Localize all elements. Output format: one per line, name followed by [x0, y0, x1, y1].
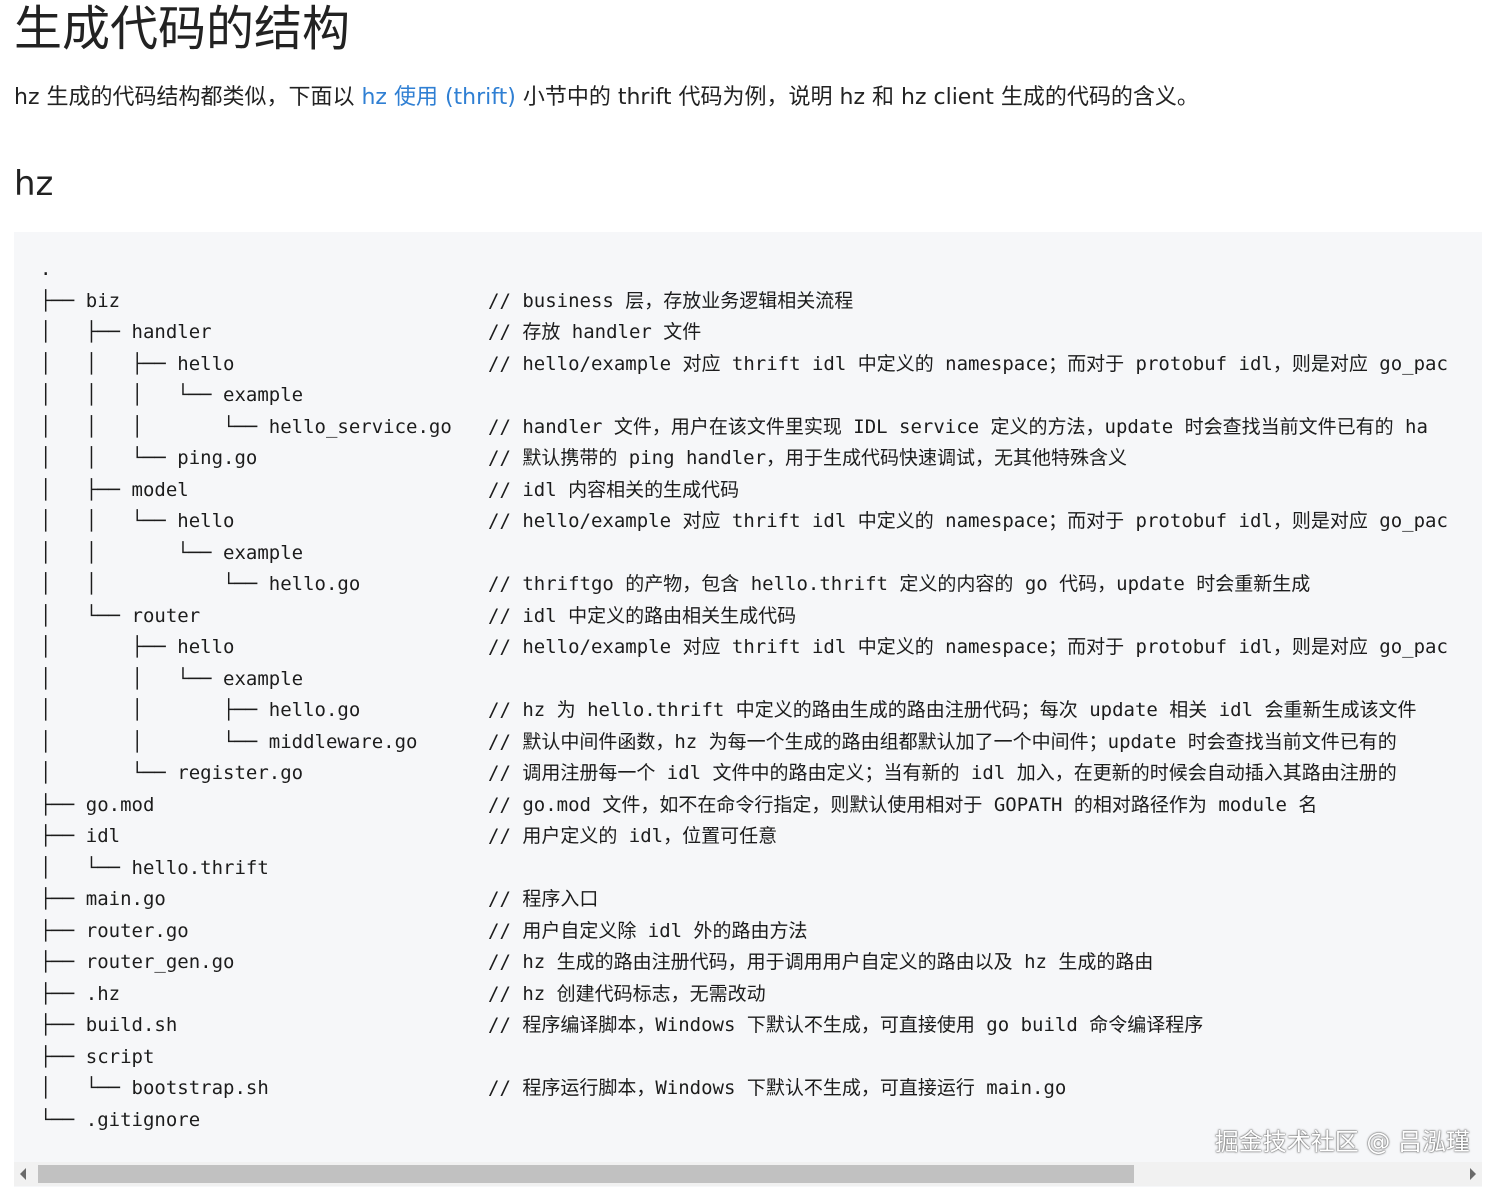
tree-entry-comment: // hz 生成的路由注册代码，用于调用用户自定义的路由以及 hz 生成的路由 [488, 951, 1154, 973]
tree-entry-comment: // 用户自定义除 idl 外的路由方法 [488, 920, 808, 942]
tree-entry: ├── go.mod [40, 794, 155, 816]
scroll-left-arrow-icon[interactable] [20, 1168, 26, 1180]
tree-entry: │ └── register.go [40, 762, 304, 784]
tree-entry-comment: // 默认中间件函数，hz 为每一个生成的路由组都默认加了一个中间件；updat… [488, 731, 1397, 753]
tree-entry: │ ├── handler [40, 321, 212, 343]
tree-entry-comment: // handler 文件，用户在该文件里实现 IDL service 定义的方… [488, 416, 1428, 438]
tree-entry-comment: // business 层，存放业务逻辑相关流程 [488, 290, 854, 312]
tree-entry-comment: // idl 内容相关的生成代码 [488, 479, 740, 501]
tree-entry-comment: // 程序编译脚本，Windows 下默认不生成，可直接使用 go build … [488, 1014, 1204, 1036]
tree-entry-comment: // thriftgo 的产物，包含 hello.thrift 定义的内容的 g… [488, 573, 1311, 595]
tree-entry: │ │ └── middleware.go [40, 731, 418, 753]
tree-entry-comment: // 程序运行脚本，Windows 下默认不生成，可直接运行 main.go [488, 1077, 1067, 1099]
tree-entry: ├── router_gen.go [40, 951, 235, 973]
tree-entry: ├── .hz [40, 983, 121, 1005]
tree-entry: │ │ ├── hello [40, 353, 235, 375]
tree-entry-comment: // hz 为 hello.thrift 中定义的路由生成的路由注册代码；每次 … [488, 699, 1417, 721]
tree-entry: │ │ └── hello.go [40, 573, 361, 595]
tree-entry: │ │ └── example [40, 542, 304, 564]
tree-entry: ├── main.go [40, 888, 166, 910]
tree-entry: │ └── bootstrap.sh [40, 1077, 269, 1099]
tree-entry: │ └── hello.thrift [40, 857, 269, 879]
horizontal-scrollbar[interactable] [14, 1162, 1482, 1186]
tree-entry: │ │ └── example [40, 668, 304, 690]
tree-entry: ├── router.go [40, 920, 189, 942]
tree-entry: └── .gitignore [40, 1109, 201, 1131]
tree-entry: │ │ └── hello [40, 510, 235, 532]
tree-entry: │ │ ├── hello.go [40, 699, 361, 721]
tree-entry-comment: // 调用注册每一个 idl 文件中的路由定义；当有新的 idl 加入，在更新的… [488, 762, 1397, 784]
code-block: . ├── biz // business 层，存放业务逻辑相关流程 │ ├── ha… [14, 232, 1482, 1187]
tree-entry: │ ├── hello [40, 636, 235, 658]
intro-paragraph: hz 生成的代码结构都类似，下面以 hz 使用 (thrift) 小节中的 th… [14, 82, 1199, 114]
scroll-right-arrow-icon[interactable] [1470, 1168, 1476, 1180]
tree-entry: ├── build.sh [40, 1014, 178, 1036]
intro-text-before: hz 生成的代码结构都类似，下面以 [14, 85, 362, 110]
tree-entry-comment: // 程序入口 [488, 888, 599, 910]
tree-entry: . [40, 258, 52, 280]
tree-entry: ├── script [40, 1046, 155, 1068]
tree-entry: ├── idl [40, 825, 121, 847]
tree-entry: │ │ │ └── example [40, 384, 304, 406]
section-heading-hz: hz [14, 164, 54, 204]
tree-entry-comment: // hz 创建代码标志，无需改动 [488, 983, 766, 1005]
tree-entry-comment: // hello/example 对应 thrift idl 中定义的 name… [488, 510, 1448, 532]
scrollbar-thumb[interactable] [38, 1165, 1134, 1183]
tree-entry-comment: // 用户定义的 idl，位置可任意 [488, 825, 778, 847]
watermark: 掘金技术社区 @ 吕泓瑾 [1214, 1128, 1470, 1156]
tree-entry: │ └── router [40, 605, 201, 627]
tree-entry: │ │ │ └── hello_service.go [40, 416, 452, 438]
page: 生成代码的结构 hz 生成的代码结构都类似，下面以 hz 使用 (thrift)… [0, 0, 1502, 1188]
tree-entry-comment: // 默认携带的 ping handler，用于生成代码快速调试，无其他特殊含义 [488, 447, 1128, 469]
tree-entry-comment: // 存放 handler 文件 [488, 321, 702, 343]
tree-entry-comment: // idl 中定义的路由相关生成代码 [488, 605, 797, 627]
intro-text-after: 小节中的 thrift 代码为例，说明 hz 和 hz client 生成的代码… [515, 85, 1199, 110]
hz-usage-thrift-link[interactable]: hz 使用 (thrift) [361, 85, 515, 110]
tree-entry: │ │ └── ping.go [40, 447, 258, 469]
tree-entry-comment: // hello/example 对应 thrift idl 中定义的 name… [488, 353, 1448, 375]
page-title: 生成代码的结构 [14, 1, 351, 57]
tree-entry: │ ├── model [40, 479, 189, 501]
tree-entry-comment: // hello/example 对应 thrift idl 中定义的 name… [488, 636, 1448, 658]
tree-entry: ├── biz [40, 290, 121, 312]
tree-entry-comment: // go.mod 文件，如不在命令行指定，则默认使用相对于 GOPATH 的相… [488, 794, 1318, 816]
